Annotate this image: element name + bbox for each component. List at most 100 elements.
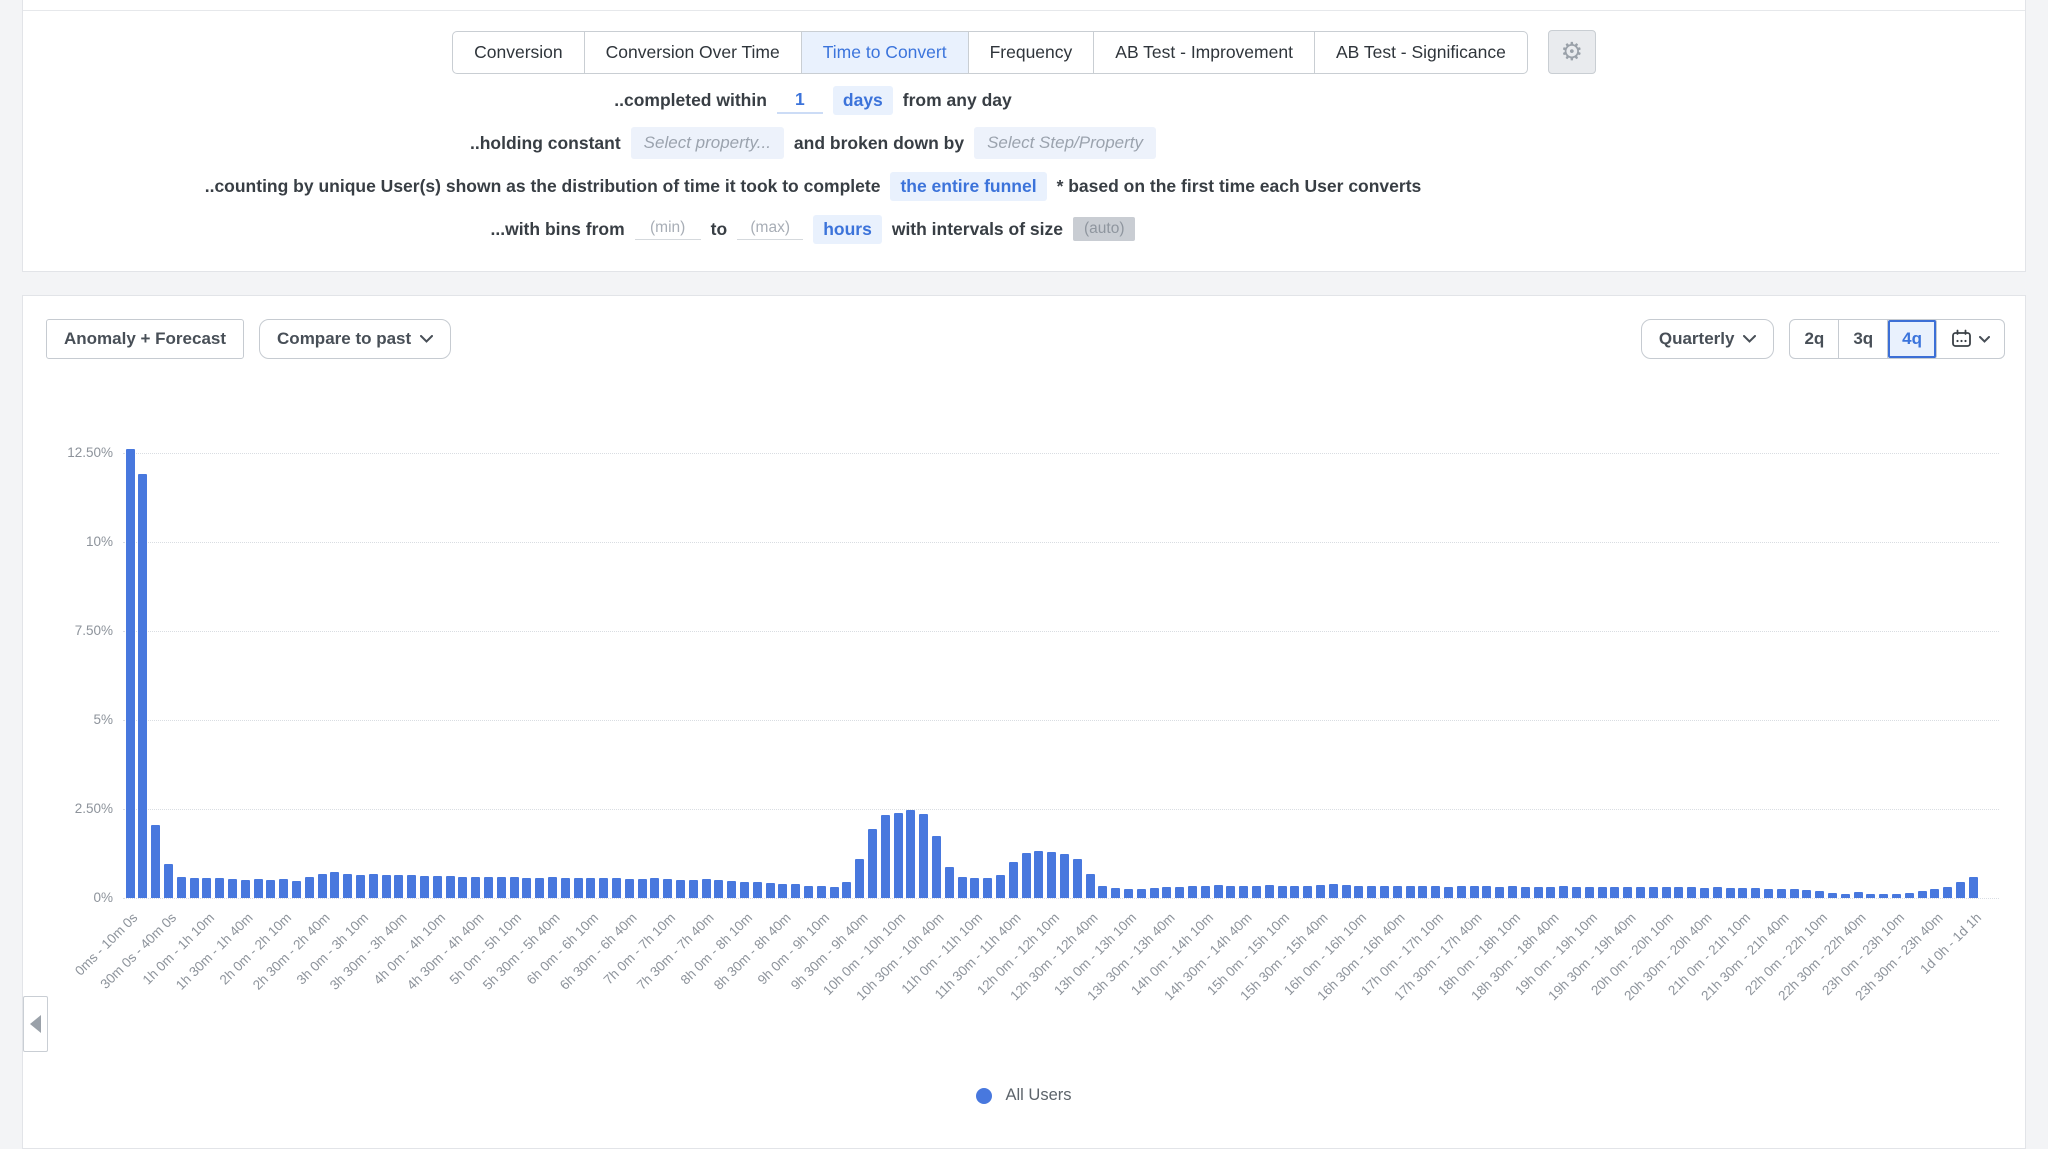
histogram-bar[interactable] xyxy=(510,877,519,898)
histogram-bar[interactable] xyxy=(190,878,199,898)
histogram-bar[interactable] xyxy=(1470,886,1479,898)
funnel-scope-dropdown[interactable]: the entire funnel xyxy=(890,172,1046,201)
histogram-bar[interactable] xyxy=(1649,887,1658,898)
histogram-bar[interactable] xyxy=(1559,886,1568,898)
histogram-bar[interactable] xyxy=(842,882,851,898)
histogram-bar[interactable] xyxy=(650,878,659,898)
histogram-bar[interactable] xyxy=(638,879,647,898)
legend-item-all-users[interactable]: All Users xyxy=(23,1086,2025,1105)
histogram-bar[interactable] xyxy=(1866,894,1875,898)
histogram-bar[interactable] xyxy=(1610,887,1619,898)
histogram-bar[interactable] xyxy=(561,878,570,898)
histogram-bar[interactable] xyxy=(1226,886,1235,898)
histogram-bar[interactable] xyxy=(215,878,224,898)
histogram-bar[interactable] xyxy=(1751,888,1760,898)
histogram-bar[interactable] xyxy=(714,880,723,898)
histogram-bar[interactable] xyxy=(420,876,429,898)
histogram-bar[interactable] xyxy=(945,867,954,898)
histogram-bar[interactable] xyxy=(778,884,787,898)
histogram-bar[interactable] xyxy=(1098,886,1107,898)
histogram-bar[interactable] xyxy=(1841,894,1850,898)
histogram-bar[interactable] xyxy=(177,877,186,898)
histogram-bar[interactable] xyxy=(1406,886,1415,898)
histogram-bar[interactable] xyxy=(1457,886,1466,898)
histogram-bar[interactable] xyxy=(1137,889,1146,898)
histogram-bar[interactable] xyxy=(1009,862,1018,898)
histogram-bar[interactable] xyxy=(1854,892,1863,898)
histogram-bar[interactable] xyxy=(830,887,839,898)
histogram-bar[interactable] xyxy=(1738,888,1747,898)
histogram-bar[interactable] xyxy=(318,874,327,898)
histogram-bar[interactable] xyxy=(292,881,301,898)
histogram-bar[interactable] xyxy=(356,875,365,898)
histogram-bar[interactable] xyxy=(1034,851,1043,898)
settings-button[interactable]: ⚙ xyxy=(1548,30,1596,74)
histogram-bar[interactable] xyxy=(817,886,826,898)
bin-unit-dropdown[interactable]: hours xyxy=(813,215,882,244)
histogram-bar[interactable] xyxy=(369,874,378,898)
histogram-bar[interactable] xyxy=(394,875,403,898)
histogram-bar[interactable] xyxy=(1930,889,1939,898)
histogram-bar[interactable] xyxy=(1764,889,1773,898)
histogram-bar[interactable] xyxy=(1495,887,1504,898)
histogram-bar[interactable] xyxy=(1687,887,1696,898)
histogram-bar[interactable] xyxy=(1214,885,1223,898)
histogram-bar[interactable] xyxy=(574,878,583,898)
histogram-bar[interactable] xyxy=(497,877,506,898)
histogram-bar[interactable] xyxy=(1022,853,1031,898)
histogram-bar[interactable] xyxy=(548,877,557,898)
histogram-bar[interactable] xyxy=(1905,893,1914,898)
histogram-bar[interactable] xyxy=(1047,852,1056,898)
histogram-bar[interactable] xyxy=(625,879,634,898)
histogram-bar[interactable] xyxy=(1278,886,1287,898)
histogram-bar[interactable] xyxy=(484,877,493,898)
histogram-bar[interactable] xyxy=(1342,885,1351,898)
histogram-bar[interactable] xyxy=(791,884,800,898)
histogram-bar[interactable] xyxy=(996,875,1005,898)
window-value-input[interactable]: 1 xyxy=(777,87,823,114)
histogram-bar[interactable] xyxy=(1418,886,1427,898)
histogram-bar[interactable] xyxy=(1444,887,1453,898)
histogram-bar[interactable] xyxy=(202,878,211,898)
histogram-bar[interactable] xyxy=(1892,894,1901,898)
histogram-bar[interactable] xyxy=(343,874,352,898)
bin-min-input[interactable]: (min) xyxy=(635,219,701,240)
histogram-bar[interactable] xyxy=(1662,887,1671,898)
histogram-bar[interactable] xyxy=(228,879,237,898)
tab-frequency[interactable]: Frequency xyxy=(969,32,1095,73)
histogram-bar[interactable] xyxy=(1239,886,1248,898)
histogram-bar[interactable] xyxy=(868,829,877,898)
histogram-bar[interactable] xyxy=(1162,887,1171,898)
histogram-bar[interactable] xyxy=(1546,887,1555,898)
histogram-bar[interactable] xyxy=(1393,886,1402,898)
histogram-bar[interactable] xyxy=(1316,885,1325,898)
tab-ab-test-significance[interactable]: AB Test - Significance xyxy=(1315,32,1527,73)
histogram-bar[interactable] xyxy=(433,876,442,898)
histogram-bar[interactable] xyxy=(1956,882,1965,898)
histogram-bar[interactable] xyxy=(1380,886,1389,898)
histogram-bar[interactable] xyxy=(1623,887,1632,898)
histogram-bar[interactable] xyxy=(766,883,775,898)
histogram-bar[interactable] xyxy=(1815,891,1824,898)
histogram-bar[interactable] xyxy=(1508,886,1517,898)
histogram-bar[interactable] xyxy=(1303,886,1312,898)
window-unit-dropdown[interactable]: days xyxy=(833,86,893,115)
histogram-bar[interactable] xyxy=(599,878,608,898)
histogram-bar[interactable] xyxy=(702,879,711,898)
histogram-bar[interactable] xyxy=(254,879,263,898)
histogram-bar[interactable] xyxy=(1290,886,1299,898)
histogram-bar[interactable] xyxy=(522,878,531,898)
histogram-bar[interactable] xyxy=(1598,887,1607,898)
histogram-bar[interactable] xyxy=(894,813,903,898)
histogram-bar[interactable] xyxy=(1674,887,1683,898)
histogram-bar[interactable] xyxy=(1124,889,1133,898)
histogram-bar[interactable] xyxy=(881,815,890,898)
histogram-bar[interactable] xyxy=(1188,886,1197,898)
histogram-bar[interactable] xyxy=(330,872,339,898)
histogram-bar[interactable] xyxy=(1265,885,1274,898)
histogram-bar[interactable] xyxy=(1802,890,1811,898)
histogram-bar[interactable] xyxy=(727,881,736,898)
histogram-bar[interactable] xyxy=(1943,887,1952,898)
histogram-bar[interactable] xyxy=(1367,886,1376,898)
histogram-bar[interactable] xyxy=(740,882,749,898)
